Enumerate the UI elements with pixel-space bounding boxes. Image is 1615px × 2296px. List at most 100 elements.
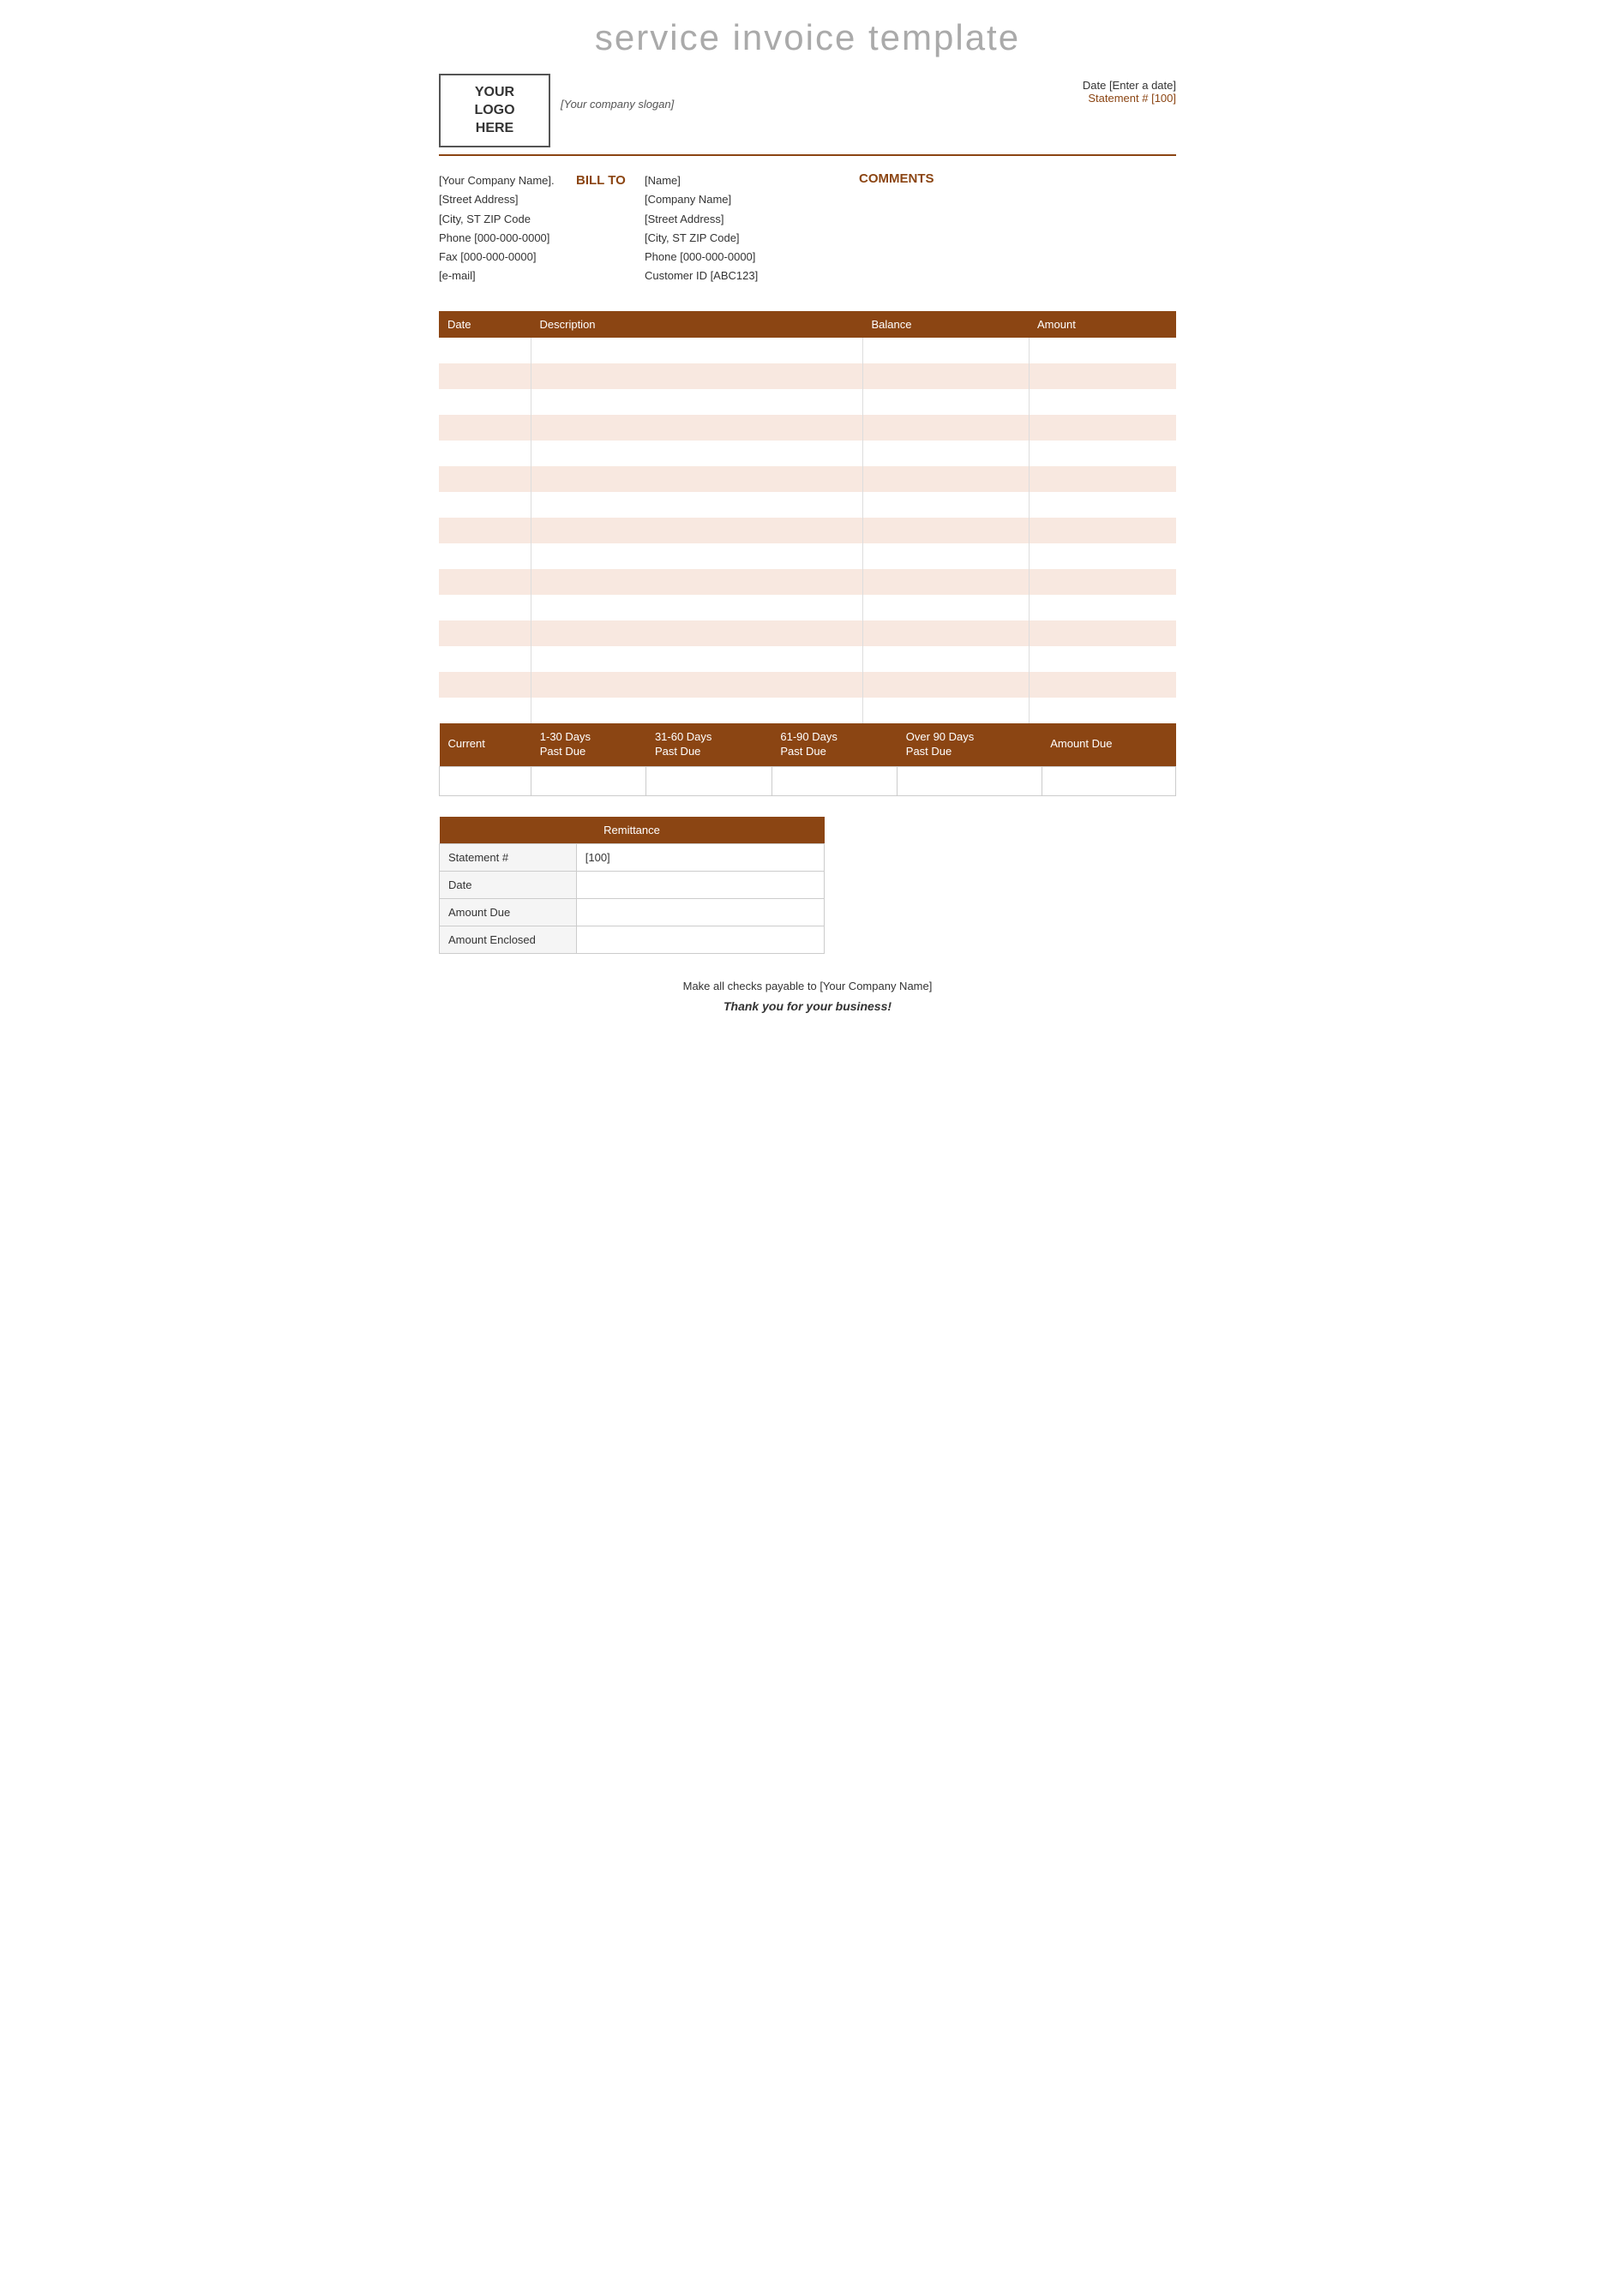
cell-amount-12 (1029, 646, 1176, 672)
remittance-label-0: Statement # (440, 843, 577, 871)
cell-balance-9 (863, 569, 1030, 595)
cell-description-0 (531, 338, 863, 363)
checks-payable-text: Make all checks payable to [Your Company… (439, 980, 1176, 992)
company-fax: Fax [000-000-0000] (439, 248, 576, 267)
table-row (439, 492, 1176, 518)
cell-balance-12 (863, 646, 1030, 672)
bill-to-address: [Street Address] (645, 210, 833, 229)
cell-description-7 (531, 518, 863, 543)
cell-description-14 (531, 698, 863, 723)
cell-description-10 (531, 595, 863, 620)
cell-description-6 (531, 492, 863, 518)
cell-description-13 (531, 672, 863, 698)
table-row (439, 389, 1176, 415)
remittance-label-3: Amount Enclosed (440, 926, 577, 953)
cell-balance-14 (863, 698, 1030, 723)
cell-amount-0 (1029, 338, 1176, 363)
table-row (439, 338, 1176, 363)
cell-date-13 (439, 672, 531, 698)
cell-amount-8 (1029, 543, 1176, 569)
summary-col-current: Current (440, 723, 531, 766)
summary-val-1-30 (531, 766, 646, 795)
summary-val-amount-due (1042, 766, 1175, 795)
bill-to-info: [Name] [Company Name] [Street Address] [… (645, 171, 833, 285)
cell-date-7 (439, 518, 531, 543)
bill-to-name: [Name] (645, 171, 833, 190)
cell-description-12 (531, 646, 863, 672)
summary-col-amount-due: Amount Due (1042, 723, 1175, 766)
cell-date-4 (439, 441, 531, 466)
table-row (439, 620, 1176, 646)
col-header-description: Description (531, 311, 863, 338)
company-address: [Street Address] (439, 190, 576, 209)
company-city: [City, ST ZIP Code (439, 210, 576, 229)
cell-balance-5 (863, 466, 1030, 492)
table-row (439, 595, 1176, 620)
remittance-value-1 (576, 871, 824, 898)
cell-description-3 (531, 415, 863, 441)
cell-amount-10 (1029, 595, 1176, 620)
cell-balance-4 (863, 441, 1030, 466)
statement-value: [100] (1151, 92, 1176, 105)
cell-date-0 (439, 338, 531, 363)
footer-section: Make all checks payable to [Your Company… (439, 980, 1176, 1013)
company-email: [e-mail] (439, 267, 576, 285)
summary-col-1-30: 1-30 DaysPast Due (531, 723, 646, 766)
cell-description-8 (531, 543, 863, 569)
cell-amount-9 (1029, 569, 1176, 595)
cell-date-9 (439, 569, 531, 595)
statement-line: Statement # [100] (1083, 92, 1176, 105)
cell-description-2 (531, 389, 863, 415)
remittance-value-0: [100] (576, 843, 824, 871)
cell-date-14 (439, 698, 531, 723)
bill-to-label: BILL TO (576, 171, 645, 285)
table-row (439, 569, 1176, 595)
cell-date-11 (439, 620, 531, 646)
cell-date-12 (439, 646, 531, 672)
cell-balance-6 (863, 492, 1030, 518)
table-header-row: Date Description Balance Amount (439, 311, 1176, 338)
cell-balance-10 (863, 595, 1030, 620)
summary-col-61-90: 61-90 DaysPast Due (771, 723, 897, 766)
thank-you-text: Thank you for your business! (439, 999, 1176, 1013)
logo-line2: HERE (476, 121, 513, 135)
company-name: [Your Company Name]. (439, 171, 576, 190)
summary-values-row (440, 766, 1176, 795)
cell-amount-4 (1029, 441, 1176, 466)
summary-header-row: Current 1-30 DaysPast Due 31-60 DaysPast… (440, 723, 1176, 766)
invoice-table: Date Description Balance Amount (439, 311, 1176, 723)
cell-amount-2 (1029, 389, 1176, 415)
cell-date-3 (439, 415, 531, 441)
cell-date-6 (439, 492, 531, 518)
cell-date-10 (439, 595, 531, 620)
bill-to-phone: Phone [000-000-0000] (645, 248, 833, 267)
cell-balance-8 (863, 543, 1030, 569)
summary-val-over-90 (898, 766, 1042, 795)
cell-description-11 (531, 620, 863, 646)
table-row (439, 441, 1176, 466)
col-header-amount: Amount (1029, 311, 1176, 338)
bill-to-customer-id: Customer ID [ABC123] (645, 267, 833, 285)
cell-balance-11 (863, 620, 1030, 646)
cell-amount-3 (1029, 415, 1176, 441)
remittance-label-2: Amount Due (440, 898, 577, 926)
header-section: YOUR LOGO HERE [Your company slogan] Dat… (439, 74, 1176, 147)
summary-val-31-60 (646, 766, 771, 795)
remittance-value-3 (576, 926, 824, 953)
cell-description-1 (531, 363, 863, 389)
remittance-table: Remittance Statement #[100]DateAmount Du… (439, 817, 825, 954)
logo-block: YOUR LOGO HERE (439, 74, 550, 147)
cell-date-2 (439, 389, 531, 415)
col-header-date: Date (439, 311, 531, 338)
cell-amount-13 (1029, 672, 1176, 698)
bill-to-company: [Company Name] (645, 190, 833, 209)
cell-date-5 (439, 466, 531, 492)
company-slogan: [Your company slogan] (561, 98, 674, 111)
remittance-row: Date (440, 871, 825, 898)
header-divider (439, 154, 1176, 156)
cell-balance-13 (863, 672, 1030, 698)
summary-val-61-90 (771, 766, 897, 795)
statement-label: Statement # (1088, 92, 1148, 105)
summary-col-31-60: 31-60 DaysPast Due (646, 723, 771, 766)
date-line: Date [Enter a date] (1083, 79, 1176, 92)
